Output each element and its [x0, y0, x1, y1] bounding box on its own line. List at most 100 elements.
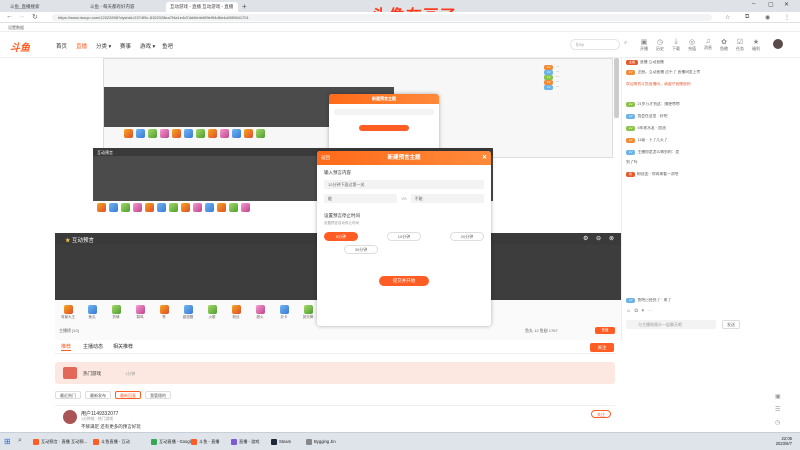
filter-managed[interactable]: 我管理的	[145, 391, 171, 399]
taskbar-item[interactable]: 斗鱼 - 直播	[190, 436, 221, 448]
follow-button[interactable]: 关注	[590, 343, 614, 352]
chat-input[interactable]: 与主播和观众一起聊天吧	[626, 320, 716, 329]
topic-input[interactable]: 12分钟下面过第一关	[324, 180, 484, 189]
site-logo[interactable]: 斗鱼	[10, 39, 30, 54]
filter-new[interactable]: 最新发布	[85, 391, 111, 399]
profile-icon[interactable]: ◉	[765, 14, 770, 21]
search-input[interactable]: fpsy	[570, 39, 620, 50]
nav-live[interactable]: 直播	[76, 42, 87, 50]
browser-tab-3[interactable]: 互动游戏 - 直播 互动游戏 - 直播	[166, 2, 238, 12]
header-recharge[interactable]: ◎ 充值	[684, 38, 700, 52]
recharge-button[interactable]: 充值	[595, 327, 615, 334]
nav-games[interactable]: 游戏 ▾	[140, 42, 155, 50]
minimize-icon[interactable]: –	[752, 1, 755, 7]
hot-game-banner[interactable]: 热门游戏 1分钟	[55, 362, 615, 384]
user-avatar[interactable]	[773, 39, 783, 49]
filter-hot[interactable]: 最近热门	[55, 391, 81, 399]
gift-item[interactable]: 赞	[155, 305, 173, 320]
clock-icon: ◷	[656, 39, 664, 46]
tab-recommend[interactable]: 推荐	[61, 343, 72, 351]
post-avatar[interactable]	[63, 410, 77, 424]
anchor-rank[interactable]: 主播榜 [10]	[59, 328, 79, 334]
send-button[interactable]: 发送	[722, 320, 740, 329]
gift-item[interactable]: 办卡	[275, 305, 293, 320]
header-messages[interactable]: ♫ 消息	[700, 38, 716, 51]
browser-tab-2[interactable]: 斗鱼 - 每天都有好内容	[86, 2, 164, 12]
back-button[interactable]: 返回	[321, 151, 330, 165]
star-icon[interactable]: ☆	[725, 14, 730, 21]
header-fishfood[interactable]: ✿ 鱼粮	[716, 38, 732, 52]
system-clock[interactable]: 22:05 2023/6/7	[776, 436, 792, 446]
maximize-icon[interactable]: ▢	[768, 1, 774, 8]
broadcast-icon: ▣	[640, 39, 648, 46]
gift-item[interactable]: 火箭	[203, 305, 221, 320]
download-icon: ⤓	[674, 38, 678, 45]
rail-icon-c[interactable]: ◷	[775, 419, 780, 426]
search-icon[interactable]: ⌕	[624, 40, 627, 47]
rail-icon-b[interactable]: ☰	[775, 406, 780, 413]
reload-icon[interactable]: ↻	[32, 13, 38, 21]
option-a-input[interactable]: 能	[324, 194, 398, 203]
taskbar-item[interactable]: 直播 - 游戏	[230, 436, 261, 448]
header-welfare[interactable]: ★ 福利	[748, 38, 764, 52]
post-filter-tabs: 最近热门 最新发布 最新回复 我管理的	[55, 391, 615, 401]
menu-icon[interactable]: ⋮	[784, 14, 790, 21]
gift-item[interactable]: 弱鸡	[131, 305, 149, 320]
bookmark-item[interactable]: 设置数据	[8, 25, 24, 31]
task-icon: ☑	[736, 39, 744, 46]
page-scrollbar[interactable]	[614, 58, 619, 118]
time-option-5[interactable]: 5分钟	[324, 232, 358, 241]
gift-item[interactable]: 热情	[107, 305, 125, 320]
tab-related[interactable]: 相关推荐	[113, 343, 133, 350]
emoji-icon[interactable]: ☺	[626, 308, 634, 314]
taskbar-item[interactable]: 斗鱼直播 - 互动	[92, 436, 132, 448]
gift-item[interactable]: 甜甜圈	[179, 305, 197, 320]
more-icon[interactable]: ⋯	[647, 308, 655, 314]
back-icon[interactable]: ←	[6, 13, 13, 20]
header-start-stream[interactable]: ▣ 开播	[636, 38, 652, 52]
close-panel-icon[interactable]: ⊗	[609, 235, 614, 242]
gift-item[interactable]: 背景大王	[59, 305, 77, 320]
gift-item[interactable]: 荧光棒	[299, 305, 317, 320]
forward-icon[interactable]: →	[18, 13, 25, 20]
gift-item[interactable]: 鱼丸	[83, 305, 101, 320]
time-option-10[interactable]: 10分钟	[387, 232, 421, 241]
post-username[interactable]: 用户1149332077	[81, 410, 118, 417]
post-item[interactable]: 用户1149332077 1分钟前 · 热门游戏 不够满足 还有更多的预言好玩 …	[55, 405, 615, 430]
taskbar-item[interactable]: 互动预言 · 直播 互动预...	[32, 436, 89, 448]
nav-events[interactable]: 赛事	[120, 42, 131, 50]
nav-category[interactable]: 分类 ▾	[96, 42, 111, 50]
browser-tab-1[interactable]: 斗鱼_直播搜索	[6, 2, 84, 12]
tab-anchor-feed[interactable]: 主播动态	[83, 343, 103, 350]
balance-readout: 鱼丸 12 鱼翅 1767	[525, 328, 558, 333]
right-rail: ▣ ☰ ◷	[745, 58, 800, 428]
gift-item[interactable]: 超火	[251, 305, 269, 320]
gear-icon[interactable]: ⚙	[583, 235, 588, 242]
header-history[interactable]: ◷ 历史	[652, 38, 668, 52]
url-input[interactable]: https://www.douyu.com/12022898?dyshid=23…	[52, 14, 712, 21]
filter-replied[interactable]: 最新回复	[115, 391, 141, 399]
windows-start-icon[interactable]: ⊞	[4, 437, 11, 446]
post-follow-button[interactable]: 关注	[591, 410, 611, 418]
stream-video[interactable]: 新建预言主题 LV ··· LV ··· LV ··· LV ··· LV ··· 互动预…	[55, 58, 621, 340]
header-download[interactable]: ⤓ 下载	[668, 38, 684, 52]
taskbar-item[interactable]: Steam	[270, 436, 293, 448]
taskbar-item[interactable]: Bygging Jin	[305, 436, 338, 448]
time-option-30[interactable]: 30分钟	[344, 245, 378, 254]
submit-button[interactable]: 提交并开始	[379, 276, 429, 286]
rail-icon-a[interactable]: ▣	[775, 393, 781, 400]
header-tasks[interactable]: ☑ 任务	[732, 38, 748, 52]
chat-line: LV 21岁万才到这：随便唠唠	[626, 102, 740, 107]
option-b-input[interactable]: 不能	[410, 194, 484, 203]
chat-line: LV 主播你是怎么做到的：是	[626, 150, 740, 155]
close-dialog-icon[interactable]: ✕	[482, 151, 487, 165]
close-window-icon[interactable]: ✕	[784, 1, 789, 8]
extensions-icon[interactable]: ⧉	[745, 14, 749, 21]
new-tab-button[interactable]: +	[242, 2, 247, 11]
gift-item[interactable]: 粉丝	[227, 305, 245, 320]
taskbar-search-icon[interactable]: ⌕	[18, 437, 22, 445]
nav-home[interactable]: 首页	[56, 42, 67, 50]
nav-yuba[interactable]: 鱼吧	[162, 42, 173, 50]
time-option-20[interactable]: 20分钟	[450, 232, 484, 241]
minus-icon[interactable]: ⊖	[596, 235, 601, 242]
